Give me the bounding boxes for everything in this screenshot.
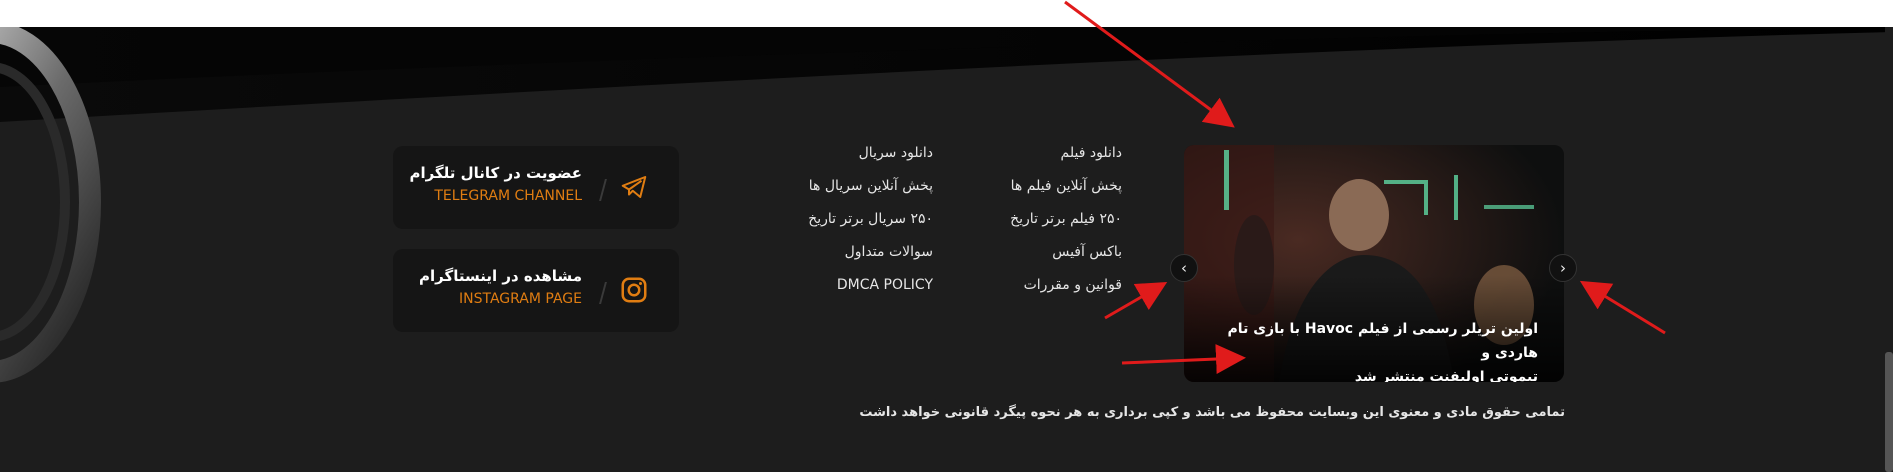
scrollbar-thumb[interactable] bbox=[1885, 352, 1893, 472]
link-top250-series[interactable]: ۲۵۰ سریال برتر تاریخ bbox=[733, 203, 933, 236]
footer-links-movies: دانلود فیلم پخش آنلاین فیلم ها ۲۵۰ فیلم … bbox=[922, 137, 1122, 302]
decorative-ring-logo bbox=[0, 27, 101, 383]
card-divider bbox=[599, 179, 607, 201]
slide-caption[interactable]: اولین تریلر رسمی از فیلم Havoc با بازی ت… bbox=[1208, 317, 1538, 382]
slide-caption-line1: اولین تریلر رسمی از فیلم Havoc با بازی ت… bbox=[1227, 321, 1538, 361]
link-box-office[interactable]: باکس آفیس bbox=[922, 236, 1122, 269]
header-swoosh-shape bbox=[0, 27, 1893, 122]
telegram-title: عضویت در کانال تلگرام bbox=[409, 164, 582, 182]
instagram-card[interactable]: مشاهده در اینستاگرام INSTAGRAM PAGE bbox=[393, 249, 679, 332]
top-white-bar bbox=[0, 0, 1893, 27]
telegram-icon bbox=[621, 176, 647, 198]
telegram-subtitle: TELEGRAM CHANNEL bbox=[434, 188, 582, 204]
link-dmca[interactable]: DMCA POLICY bbox=[733, 269, 933, 302]
copyright-text: تمامی حقوق مادی و معنوی این وبسایت محفوظ… bbox=[859, 405, 1565, 420]
slider-next-button[interactable]: › bbox=[1549, 254, 1577, 282]
telegram-card[interactable]: عضویت در کانال تلگرام TELEGRAM CHANNEL bbox=[393, 146, 679, 229]
instagram-icon bbox=[621, 277, 647, 303]
link-rules[interactable]: قوانین و مقررات bbox=[922, 269, 1122, 302]
link-download-movie[interactable]: دانلود فیلم bbox=[922, 137, 1122, 170]
link-stream-movies[interactable]: پخش آنلاین فیلم ها bbox=[922, 170, 1122, 203]
annotation-arrow bbox=[1579, 280, 1666, 335]
news-slider[interactable]: اولین تریلر رسمی از فیلم Havoc با بازی ت… bbox=[1184, 145, 1564, 382]
slider-prev-button[interactable]: ‹ bbox=[1170, 254, 1198, 282]
link-stream-series[interactable]: پخش آنلاین سریال ها bbox=[733, 170, 933, 203]
link-faq[interactable]: سوالات متداول bbox=[733, 236, 933, 269]
chevron-right-icon: › bbox=[1560, 258, 1566, 277]
page-scrollbar[interactable] bbox=[1885, 27, 1893, 472]
chevron-left-icon: ‹ bbox=[1181, 258, 1187, 277]
slide-caption-line2: تیموتی اولیفنت منتشر شد bbox=[1354, 369, 1538, 382]
link-download-series[interactable]: دانلود سریال bbox=[733, 137, 933, 170]
footer-links-series: دانلود سریال پخش آنلاین سریال ها ۲۵۰ سری… bbox=[733, 137, 933, 302]
instagram-subtitle: INSTAGRAM PAGE bbox=[459, 291, 582, 307]
link-top250-movies[interactable]: ۲۵۰ فیلم برتر تاریخ bbox=[922, 203, 1122, 236]
instagram-title: مشاهده در اینستاگرام bbox=[419, 267, 582, 285]
card-divider bbox=[599, 282, 607, 304]
